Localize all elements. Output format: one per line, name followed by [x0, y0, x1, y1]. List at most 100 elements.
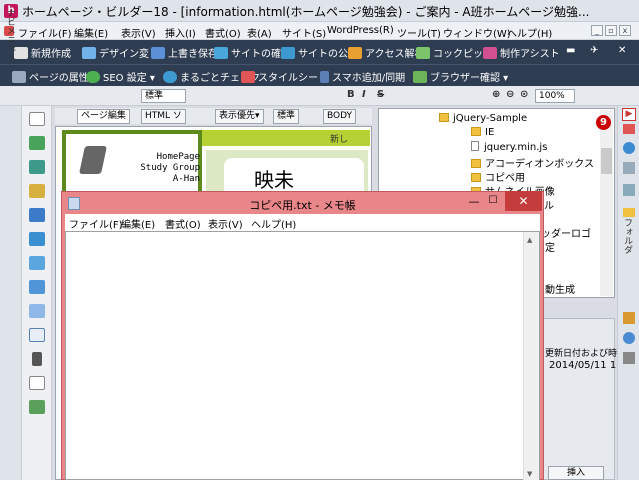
page-icon[interactable]: [29, 376, 45, 390]
smartphone-sync-button[interactable]: スマホ追加/同期: [320, 69, 405, 84]
menu-view[interactable]: 表示(V): [121, 25, 156, 40]
paragraph-style-select[interactable]: 標準: [141, 89, 186, 103]
zoom-select[interactable]: 100%: [535, 89, 575, 103]
share-icon[interactable]: [623, 184, 635, 196]
tree-scrollbar[interactable]: [600, 110, 613, 296]
tree-item[interactable]: ッダーロゴ: [541, 225, 591, 240]
mdi-restore-button[interactable]: ▫: [605, 25, 617, 36]
standard-select[interactable]: 標準: [273, 109, 300, 124]
notepad-scrollbar[interactable]: [523, 232, 539, 480]
menu-file[interactable]: ファイル(F): [18, 25, 72, 40]
tree-item[interactable]: 動生成: [545, 281, 575, 296]
layout-icon[interactable]: [29, 208, 45, 222]
notepad-menu-view[interactable]: 表示(V): [208, 216, 243, 231]
browser-check-button[interactable]: ブラウザー確認 ▾: [413, 69, 508, 84]
display-priority-select[interactable]: 表示優先▾: [215, 109, 264, 124]
text-icon[interactable]: [29, 112, 45, 126]
tree-item[interactable]: ル: [544, 197, 554, 212]
strike-button[interactable]: S: [377, 89, 384, 100]
mobile-icon[interactable]: [32, 352, 42, 366]
site-icon[interactable]: [623, 124, 635, 134]
copy-icon[interactable]: [623, 162, 635, 174]
notepad-menu-help[interactable]: ヘルプ(H): [251, 216, 296, 231]
new-page-button[interactable]: 新規作成: [14, 45, 71, 60]
page-attributes-button[interactable]: ページの属性: [12, 69, 89, 84]
folder-tab-icon[interactable]: [623, 208, 635, 217]
tree-item[interactable]: jquery.min.js: [471, 141, 547, 153]
tab-html-source[interactable]: HTML ソ: [141, 109, 186, 124]
airplane-icon[interactable]: ✈: [590, 45, 598, 60]
notepad-menu-edit[interactable]: 編集(E): [121, 216, 155, 231]
play-icon[interactable]: ▶: [622, 108, 636, 121]
menu-format[interactable]: 書式(O): [205, 25, 241, 40]
access-analysis-button[interactable]: アクセス解析: [348, 45, 425, 60]
image-icon[interactable]: [29, 136, 45, 150]
pin-icon[interactable]: ▬: [566, 45, 575, 60]
menu-table[interactable]: 表(A): [247, 25, 272, 40]
format-toolbar: 標準 B I S ⊕ ⊖ ⊙ 100%: [0, 86, 639, 106]
info-icon[interactable]: [623, 332, 635, 344]
bold-button[interactable]: B: [347, 89, 355, 100]
tab-page-edit[interactable]: ページ編集: [77, 109, 130, 124]
form-icon[interactable]: [29, 400, 45, 414]
menu-tools[interactable]: ツール(T): [397, 25, 441, 40]
close-toolbar-icon[interactable]: ✕: [618, 45, 626, 60]
body-select[interactable]: BODY: [323, 109, 357, 124]
menu-insert[interactable]: 挿入(I): [165, 25, 196, 40]
edit-icon[interactable]: [623, 312, 635, 324]
save-button[interactable]: 上書き保存: [151, 45, 218, 60]
menu-window[interactable]: ウィンドウ(W): [443, 25, 511, 40]
italic-button[interactable]: I: [362, 89, 366, 100]
stylesheet-button[interactable]: スタイルシート: [241, 69, 328, 84]
file-icon: [471, 141, 479, 151]
publish-icon: [281, 47, 295, 59]
folder-icon: [471, 173, 481, 182]
stylesheet-label: スタイルシート: [258, 73, 328, 84]
design-change-button[interactable]: デザイン変: [82, 45, 149, 60]
list-icon[interactable]: [29, 328, 45, 342]
scroll-up-icon[interactable]: ▲: [527, 236, 532, 244]
frame-icon[interactable]: [29, 232, 45, 246]
scroll-down-icon[interactable]: ▼: [527, 470, 532, 478]
menu-wordpress[interactable]: WordPress(R): [327, 25, 394, 36]
assist-button[interactable]: 制作アシスト: [483, 45, 560, 60]
analysis-icon: [348, 47, 362, 59]
menu-edit[interactable]: 編集(E): [74, 25, 108, 40]
cockpit-icon: [416, 47, 430, 59]
notepad-minimize-button[interactable]: —: [467, 195, 481, 208]
notepad-close-button[interactable]: ✕: [505, 191, 542, 211]
seo-settings-button[interactable]: SEO 設定 ▾: [86, 69, 155, 84]
tree-item[interactable]: アコーディオンボックス: [471, 155, 594, 170]
navi-menu-tab[interactable]: ナビメニュー: [5, 8, 17, 62]
table-icon[interactable]: [29, 304, 45, 318]
notepad-menu-file[interactable]: ファイル(F): [69, 216, 123, 231]
notepad-maximize-button[interactable]: ☐: [486, 195, 500, 207]
widget-icon[interactable]: [29, 256, 45, 270]
tree-item[interactable]: 定: [545, 239, 555, 254]
tree-scroll-thumb[interactable]: [601, 148, 612, 174]
menu-help[interactable]: ヘルプ(H): [507, 25, 552, 40]
zoom-in-icon[interactable]: ⊕: [492, 89, 500, 100]
tree-item-label: 動生成: [545, 285, 575, 296]
shapes-icon[interactable]: [29, 280, 45, 294]
assist-icon: [483, 47, 497, 59]
notepad-text-area[interactable]: [65, 231, 540, 480]
notepad-menu-format[interactable]: 書式(O): [165, 216, 201, 231]
mdi-minimize-button[interactable]: _: [591, 25, 603, 36]
cockpit-button[interactable]: コックピット: [416, 45, 493, 60]
zoom-out-icon[interactable]: ⊖: [506, 89, 514, 100]
wordpress-icon[interactable]: [623, 142, 635, 154]
insert-button[interactable]: 挿入: [548, 466, 604, 480]
tool-icon[interactable]: [623, 352, 635, 364]
tree-item[interactable]: コピペ用: [471, 169, 525, 184]
site-check-button[interactable]: サイトの確認: [214, 45, 291, 60]
site-publish-button[interactable]: サイトの公開: [281, 45, 358, 60]
menu-site[interactable]: サイト(S): [282, 25, 326, 40]
link-icon[interactable]: [29, 184, 45, 198]
folder-tab[interactable]: フォルダ: [620, 218, 634, 254]
tree-item[interactable]: IE: [471, 127, 494, 138]
people-icon[interactable]: [29, 160, 45, 174]
zoom-search-icon[interactable]: ⊙: [520, 89, 528, 100]
tree-item[interactable]: jQuery-Sample: [439, 113, 527, 124]
mdi-close-button[interactable]: x: [619, 25, 631, 36]
